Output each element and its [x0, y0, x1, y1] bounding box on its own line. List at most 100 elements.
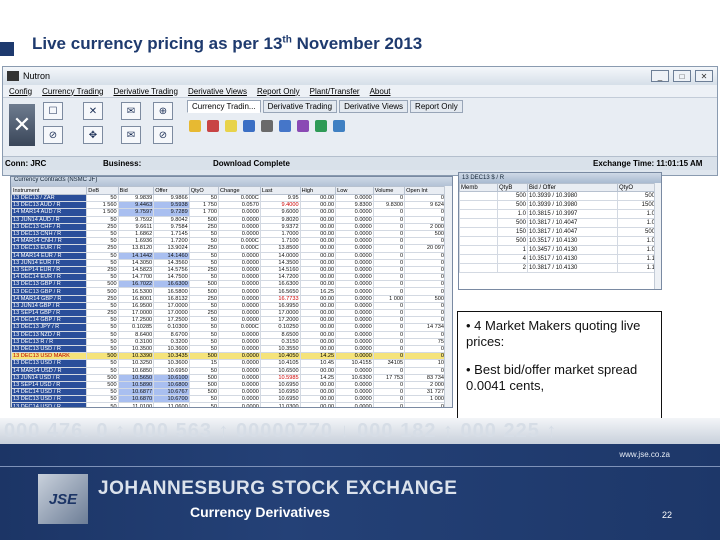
- grid-cell: 00.00: [299, 208, 337, 217]
- grid-cell: 250: [188, 294, 220, 303]
- menu-item[interactable]: Config: [9, 87, 32, 96]
- grid-column-header[interactable]: Change: [218, 186, 261, 195]
- mm-row[interactable]: 500 10.3939 / 10.3980 500: [459, 191, 657, 201]
- toolbar-icon[interactable]: [207, 120, 219, 132]
- grid-column-header[interactable]: Offer: [153, 186, 190, 195]
- table-row[interactable]: 13 JUN14 USD / R 500 10.5650 10.6100 500 0.00…: [11, 373, 446, 382]
- grid-cell: 50: [188, 330, 220, 339]
- table-row[interactable]: 13 SEP14 EUR / R 250 14.5823 14.5756 250 0.00…: [11, 265, 446, 275]
- table-row[interactable]: 13 SEP14 GBP / R 250 17.0000 17.0000 250 0.00…: [11, 308, 446, 318]
- grid-column-header[interactable]: Bid: [117, 186, 155, 195]
- table-row[interactable]: 14 MAR14 EUR / R 50 14.1442 14.1460 50 0.0000…: [11, 251, 446, 260]
- grid-column-header[interactable]: QtyO: [188, 186, 220, 195]
- grid-cell: 10.45: [299, 359, 337, 368]
- table-row[interactable]: 14 DEC14 USD / R 50 10.6877 10.6767 500 0.000…: [11, 388, 446, 397]
- tab-item[interactable]: Derivative Views: [339, 100, 409, 113]
- mm-column-header[interactable]: Memb: [459, 183, 498, 192]
- toolbar-icon[interactable]: [261, 120, 273, 132]
- tab-item[interactable]: Report Only: [410, 100, 463, 113]
- table-row[interactable]: 14 DEC14 EUR / R 50 14.7700 14.7500 50 0.0000…: [11, 273, 446, 282]
- grid-column-header[interactable]: Low: [335, 186, 374, 195]
- grid-window-title: Currency Contracts (NSMC JF): [11, 177, 452, 186]
- toolbar-icon[interactable]: [189, 120, 201, 132]
- maximize-icon[interactable]: □: [673, 70, 691, 82]
- table-row[interactable]: 14 MAR14 AUD / R1 500 9.7597 9.7289 1 700 0.…: [11, 208, 446, 217]
- cancel-order-icon[interactable]: ⊘: [43, 126, 63, 144]
- grid-cell: 13 DEC13 USD / R: [11, 359, 88, 368]
- table-row[interactable]: 14 MAR14 GBP / R 250 16.8001 16.8132 250 0.00…: [11, 294, 446, 303]
- menu-item[interactable]: Derivative Trading: [113, 87, 177, 96]
- mm-row[interactable]: 500 10.3939 / 10.3980 1500: [459, 200, 657, 210]
- table-row[interactable]: 13 DEC13 / ZAR 50 9.9839 9.9866 50 0.000C 9.95…: [11, 193, 446, 203]
- toolbar-icon[interactable]: [315, 120, 327, 132]
- table-row[interactable]: 14 DEC14 GBP / R 50 17.2500 17.2500 50 0.0000…: [11, 316, 446, 325]
- tab-item[interactable]: Derivative Trading: [262, 100, 338, 113]
- mm-column-header[interactable]: QtyB: [497, 183, 528, 192]
- table-row[interactable]: 13 DEC13 USD / R 50 10.3250 10.3600 15 0.0000…: [11, 359, 446, 368]
- grid-column-header[interactable]: Volume: [372, 186, 406, 195]
- mm-column-header[interactable]: Bid / Offer: [527, 183, 618, 192]
- table-row[interactable]: 13 DEC13 NZD / R 50 8.6400 8.6700 50 0.0000 8.…: [11, 330, 446, 339]
- menu-item[interactable]: Currency Trading: [42, 87, 103, 96]
- grid-column-header[interactable]: DeB: [86, 186, 119, 195]
- table-row[interactable]: 13 DEC13 EUR / R 250 13.8120 13.9024 250 0.00…: [11, 244, 446, 253]
- table-row[interactable]: 13 DEC13 R / R 50 0.3100 0.3200 50 0.0000 0.31…: [11, 337, 446, 346]
- message-icon[interactable]: ✉: [121, 102, 141, 120]
- table-row[interactable]: 13 DEC13 JPY / R 50 0.10285 0.10300 50 0.000C…: [11, 323, 446, 332]
- menu-item[interactable]: Plant/Transfer: [310, 87, 360, 96]
- mm-row[interactable]: 150 10.3817 / 10.4047 500: [459, 227, 657, 237]
- plus-icon[interactable]: ⊕: [153, 102, 173, 120]
- message-cancel-icon[interactable]: ✉: [121, 126, 141, 144]
- grid-column-header[interactable]: Instrument: [11, 186, 88, 195]
- grid-cell: 0.0000: [335, 280, 374, 289]
- grid-column-header[interactable]: Open Int: [404, 186, 446, 195]
- table-row[interactable]: 13 DEC13 CNH / R 50 1.6862 1.7145 50 0.0000 1.…: [11, 229, 446, 239]
- mm-row[interactable]: 2 10.3817 / 10.4130 1.1: [459, 263, 657, 273]
- table-row[interactable]: 13 JUN14 GBP / R 50 16.9500 17.0000 50 0.0000…: [11, 301, 446, 311]
- grid-cell: 0.000C: [218, 193, 261, 203]
- grid-cell: 50: [86, 229, 119, 239]
- move-icon[interactable]: ✥: [83, 126, 103, 144]
- menu-item[interactable]: About: [370, 87, 391, 96]
- mm-column-header[interactable]: QtyO: [617, 183, 657, 192]
- table-row[interactable]: 13 DEC13 USD / R 50 10.6870 10.6700 50 0.0000…: [11, 395, 446, 404]
- table-row[interactable]: 13 DEC13 GBP / R 500 16.5300 16.5800 500 0.00…: [11, 287, 446, 296]
- table-row[interactable]: 13 DEC13 CHF / R 250 9.6611 9.7584 250 0.0000…: [11, 222, 446, 231]
- mm-scrollbar[interactable]: [654, 183, 661, 289]
- toolbar-icon[interactable]: [279, 120, 291, 132]
- mm-row[interactable]: 4 10.3517 / 10.4130 1.1: [459, 254, 657, 264]
- table-row[interactable]: 13 DEC13 GBP / R 500 16.7022 16.6300 500 0.00…: [11, 280, 446, 289]
- block-icon[interactable]: ⊘: [153, 126, 173, 144]
- table-row[interactable]: 13 DEC13 USD MARK 500 10.3390 10.3435 500 0.0…: [11, 352, 446, 361]
- select-tool-icon[interactable]: ☐: [43, 102, 63, 120]
- grid-column-header[interactable]: High: [299, 186, 337, 195]
- close-icon[interactable]: ✕: [695, 70, 713, 82]
- grid-scrollbar[interactable]: [444, 186, 452, 407]
- table-row[interactable]: 13 JUN14 AUD / R 50 9.7592 9.8042 500 0.0000 9…: [11, 215, 446, 224]
- table-row[interactable]: 13 JUN14 EUR / R 50 14.3050 14.3560 50 0.0000…: [11, 258, 446, 267]
- mm-row[interactable]: 500 10.3517 / 10.4130 1.0: [459, 236, 657, 246]
- grid-cell: 8.6700: [153, 330, 190, 339]
- table-row[interactable]: 14 MAR14 USD / R 50 10.6850 10.6950 50 0.0000…: [11, 366, 446, 375]
- grid-column-header[interactable]: Last: [259, 186, 301, 195]
- mm-row[interactable]: 1 10.3457 / 10.4130 1.0: [459, 245, 657, 255]
- table-row[interactable]: 14 MAR14 CNH / R 50 1.6936 1.7200 50 0.000C 1.…: [11, 237, 446, 246]
- mm-row[interactable]: 500 10.3817 / 10.4047 1.0: [459, 218, 657, 228]
- mm-row[interactable]: 1.0 10.3815 / 10.3997 1.0: [459, 209, 657, 219]
- table-row[interactable]: 13 DEC14 USD / R 50 11.0100 11.0600 50 0.0000…: [11, 402, 446, 407]
- toolbar-icon[interactable]: [225, 120, 237, 132]
- menu-item[interactable]: Report Only: [257, 87, 300, 96]
- grid-cell: 17.0000: [117, 308, 155, 318]
- minimize-icon[interactable]: _: [651, 70, 669, 82]
- toolbar-icon[interactable]: [243, 120, 255, 132]
- toolbar-icon[interactable]: [333, 120, 345, 132]
- menu-item[interactable]: Derivative Views: [188, 87, 247, 96]
- tab-item[interactable]: Currency Tradin...: [187, 100, 261, 113]
- grid-cell: 10.6950: [259, 395, 301, 404]
- table-row[interactable]: 13 DEC13 USD / R 50 10.3500 10.3600 50 0.0000…: [11, 344, 446, 354]
- delete-icon[interactable]: ✕: [83, 102, 103, 120]
- grid-cell: 0.0000: [218, 359, 261, 368]
- table-row[interactable]: 13 DEC13 AUD / R1 560 9.4463 9.5938 1 750 0.…: [11, 201, 446, 210]
- toolbar-icon[interactable]: [297, 120, 309, 132]
- table-row[interactable]: 13 SEP14 USD / R 500 10.5890 10.6800 500 0.00…: [11, 380, 446, 390]
